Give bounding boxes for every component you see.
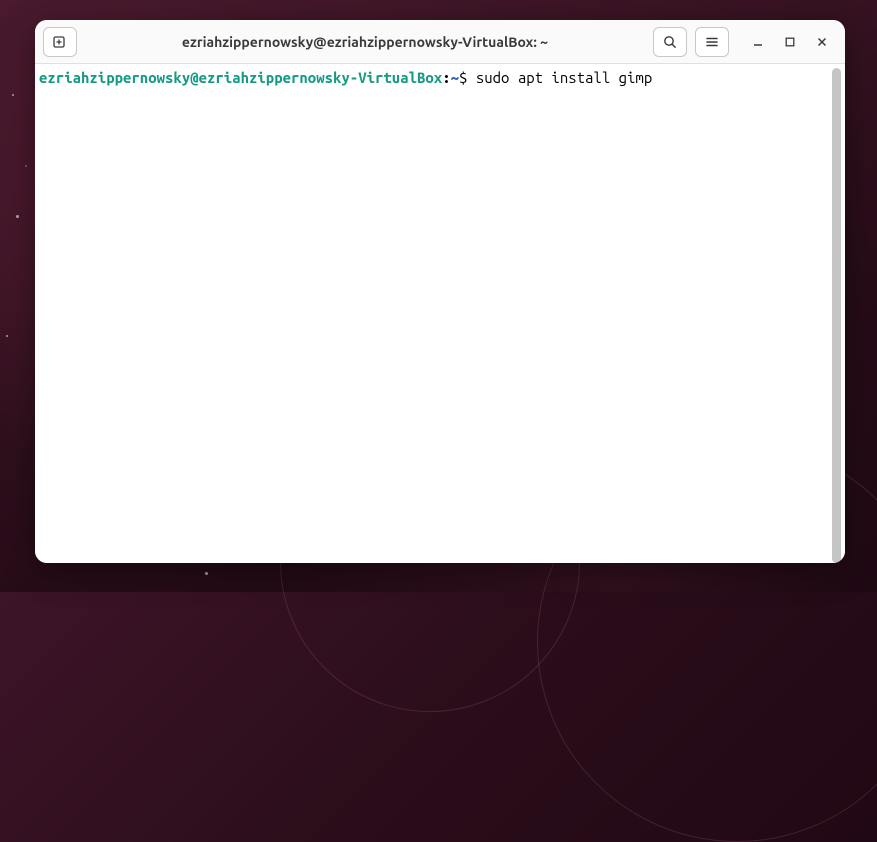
prompt-dollar: $ (459, 69, 476, 86)
close-button[interactable] (813, 33, 831, 51)
menu-button[interactable] (695, 27, 729, 57)
terminal-window: ezriahzippernowsky@ezriahzippernowsky-Vi… (35, 20, 845, 563)
maximize-icon (784, 36, 796, 48)
search-button[interactable] (653, 27, 687, 57)
search-icon (662, 34, 678, 50)
maximize-button[interactable] (781, 33, 799, 51)
titlebar-right-controls (653, 27, 837, 57)
bg-star (6, 335, 8, 337)
prompt-userhost: ezriahzippernowsky@ezriahzippernowsky-Vi… (39, 69, 442, 86)
new-tab-button[interactable] (43, 27, 77, 57)
titlebar: ezriahzippernowsky@ezriahzippernowsky-Vi… (35, 20, 845, 64)
scrollbar-thumb[interactable] (832, 68, 841, 563)
hamburger-icon (704, 34, 720, 50)
prompt-command: sudo apt install gimp (476, 69, 652, 86)
terminal-body[interactable]: ezriahzippernowsky@ezriahzippernowsky-Vi… (35, 64, 845, 563)
new-tab-icon (52, 34, 68, 50)
minimize-button[interactable] (749, 33, 767, 51)
prompt-path: ~ (451, 69, 459, 86)
prompt-colon: : (442, 69, 450, 86)
bg-star (12, 94, 14, 96)
window-title: ezriahzippernowsky@ezriahzippernowsky-Vi… (85, 34, 645, 50)
prompt-line: ezriahzippernowsky@ezriahzippernowsky-Vi… (37, 68, 843, 88)
bg-star (16, 215, 19, 218)
window-controls (749, 33, 831, 51)
titlebar-left-controls (43, 27, 77, 57)
close-icon (816, 36, 828, 48)
scrollbar-track[interactable] (833, 66, 843, 561)
bg-star (25, 165, 27, 167)
minimize-icon (752, 36, 764, 48)
bg-star (205, 572, 208, 575)
